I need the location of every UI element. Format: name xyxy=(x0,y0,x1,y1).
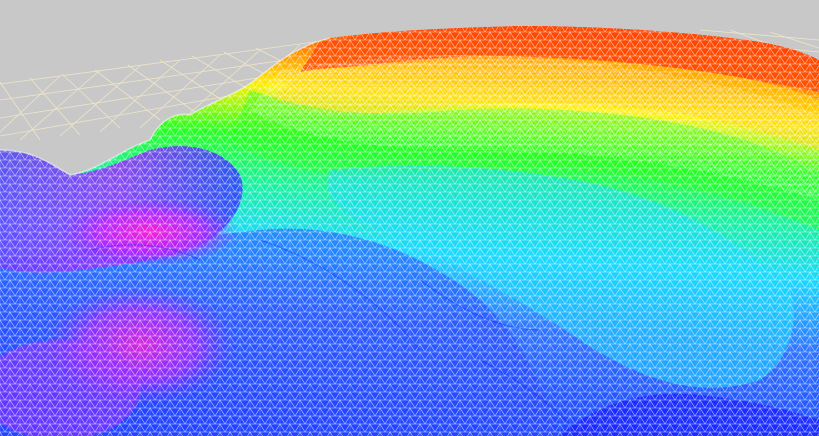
terrain-svg xyxy=(0,26,819,436)
terrain-wireframe-viewport[interactable] xyxy=(0,0,819,436)
